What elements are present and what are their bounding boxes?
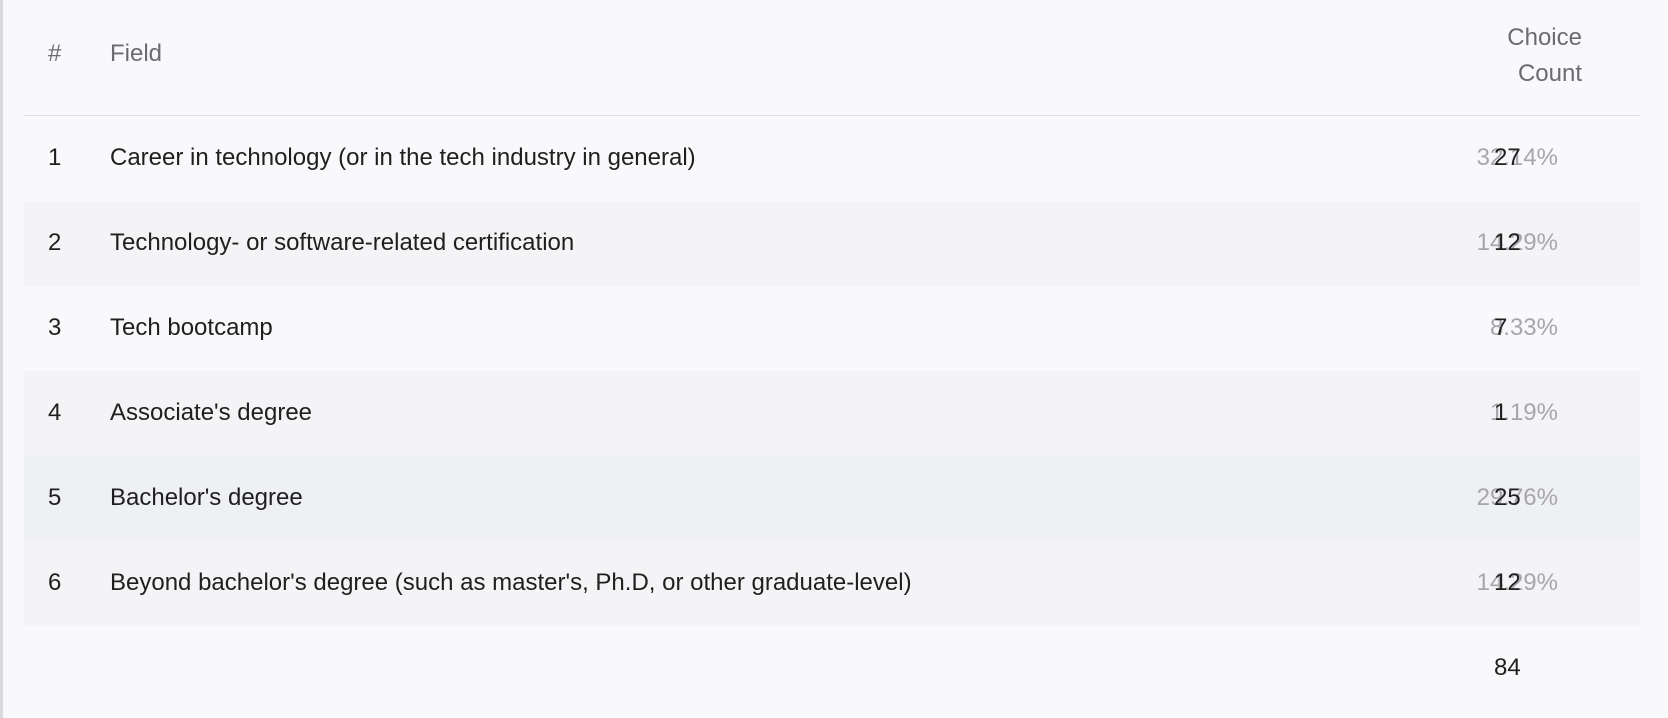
panel-left-border: [0, 0, 3, 718]
table-row[interactable]: 3 Tech bootcamp 8.33% 7: [24, 286, 1640, 371]
row-count: 12: [1494, 229, 1521, 256]
row-number: 1: [48, 144, 62, 171]
row-label: Career in technology (or in the tech ind…: [110, 144, 696, 171]
header-field[interactable]: Field: [110, 40, 162, 68]
row-number: 3: [48, 314, 62, 341]
row-number: 4: [48, 399, 62, 426]
row-label: Associate's degree: [110, 399, 313, 426]
table-row[interactable]: 4 Associate's degree 1.19% 1: [24, 371, 1640, 456]
table-total-row: 84: [24, 626, 1640, 711]
table-row[interactable]: 2 Technology- or software-related certif…: [24, 201, 1640, 286]
row-label: Technology- or software-related certific…: [110, 229, 575, 256]
row-label: Bachelor's degree: [110, 484, 303, 511]
row-label: Tech bootcamp: [110, 314, 273, 341]
header-choice-count-line2: Count: [1517, 60, 1582, 87]
choice-count-table: # Field Choice Count 1 Career in technol…: [24, 0, 1640, 711]
row-number: 5: [48, 484, 62, 511]
row-count: 12: [1494, 569, 1521, 596]
row-count: 1: [1494, 399, 1508, 426]
row-label: Beyond bachelor's degree (such as master…: [110, 569, 912, 596]
total-count: 84: [1494, 654, 1521, 681]
table-row[interactable]: 1 Career in technology (or in the tech i…: [24, 116, 1640, 201]
table-header: # Field Choice Count: [24, 0, 1640, 116]
header-choice-count[interactable]: Choice Count: [1442, 20, 1582, 92]
table-row-hovered[interactable]: 5 Bachelor's degree 29.76% 25: [24, 456, 1640, 541]
row-count: 7: [1494, 314, 1508, 341]
table-body: 1 Career in technology (or in the tech i…: [24, 116, 1640, 626]
row-number: 6: [48, 569, 62, 596]
row-count: 27: [1494, 144, 1521, 171]
table-row[interactable]: 6 Beyond bachelor's degree (such as mast…: [24, 541, 1640, 626]
row-number: 2: [48, 229, 62, 256]
header-choice-count-line1: Choice: [1507, 24, 1582, 51]
header-number: #: [48, 40, 62, 67]
row-count: 25: [1494, 484, 1521, 511]
